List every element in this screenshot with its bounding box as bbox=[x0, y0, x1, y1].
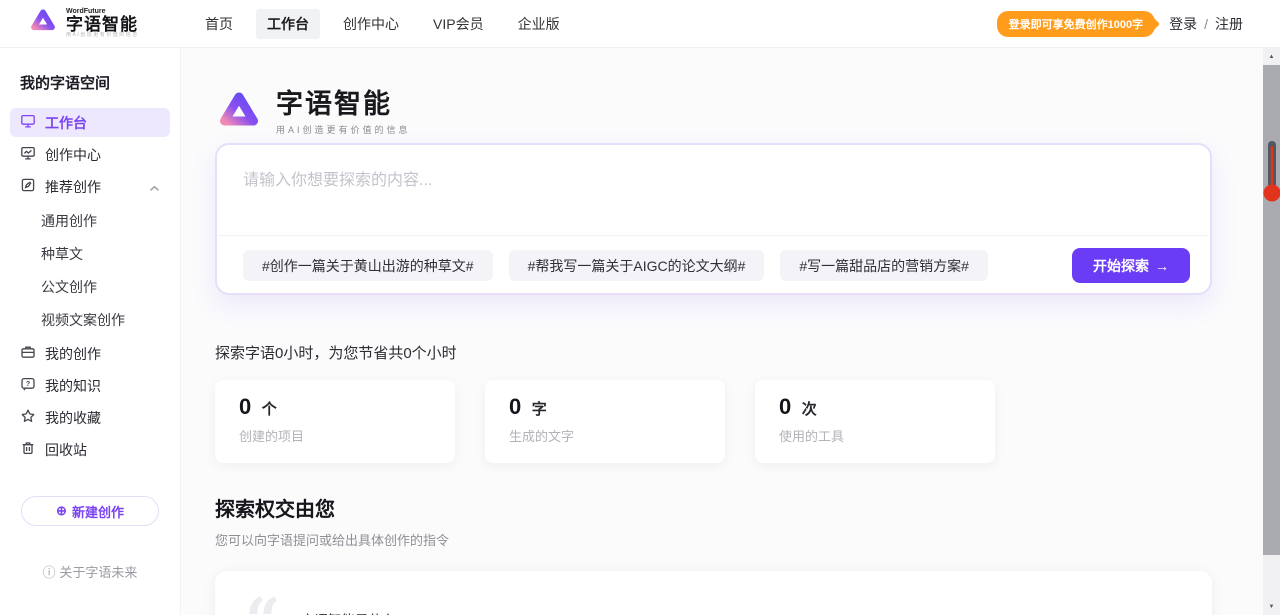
hero-brand: 字语智能 用AI创造更有价值的信息 bbox=[215, 84, 1212, 142]
sidebar-item-my-knowledge[interactable]: ? 我的知识 bbox=[10, 371, 170, 400]
brand-text: WordFuture 字语智能 用AI创造更有价值的信息 bbox=[66, 8, 139, 38]
stat-label: 创建的项目 bbox=[239, 426, 431, 445]
suggestion-chip[interactable]: #写一篇甜品店的营销方案# bbox=[780, 250, 988, 281]
sidebar-item-label: 推荐创作 bbox=[45, 177, 101, 197]
up-arrow-icon: ▲ bbox=[1269, 54, 1275, 60]
about-label: 关于字语未来 bbox=[59, 565, 137, 580]
section-title: 探索权交由您 bbox=[215, 493, 1212, 522]
login-promo-badge[interactable]: 登录即可享免费创作1000字 bbox=[997, 11, 1155, 37]
sidebar-item-label: 我的创作 bbox=[45, 344, 101, 364]
sub-item-label: 通用创作 bbox=[41, 211, 97, 231]
monitor-chart-icon bbox=[20, 145, 36, 164]
nav-home[interactable]: 首页 bbox=[194, 9, 244, 39]
scrollbar-thumb[interactable] bbox=[1263, 65, 1280, 555]
hero-brand-name: 字语智能 bbox=[276, 90, 411, 120]
vertical-scrollbar: ▲ ▼ bbox=[1263, 48, 1280, 615]
stat-unit: 字 bbox=[532, 401, 547, 418]
monitor-icon bbox=[20, 113, 36, 132]
info-icon: ⓘ bbox=[43, 565, 56, 580]
sidebar-item-recycle-bin[interactable]: 回收站 bbox=[10, 435, 170, 464]
stat-value: 0 bbox=[779, 394, 791, 419]
chat-question-icon: ? bbox=[20, 376, 36, 395]
sidebar-title: 我的字语空间 bbox=[0, 48, 180, 105]
stat-card-projects: 0 个 创建的项目 bbox=[215, 380, 455, 463]
main-nav: 首页 工作台 创作中心 VIP会员 企业版 bbox=[194, 9, 571, 39]
suggestion-chip[interactable]: #帮我写一篇关于AIGC的论文大纲# bbox=[509, 250, 765, 281]
nav-workbench[interactable]: 工作台 bbox=[256, 9, 320, 39]
search-input[interactable] bbox=[217, 145, 1210, 235]
sub-item-label: 视频文案创作 bbox=[41, 310, 125, 330]
auth-links: 登录 / 注册 bbox=[1169, 14, 1243, 34]
suggestion-chip[interactable]: #创作一篇关于黄山出游的种草文# bbox=[243, 250, 493, 281]
login-link[interactable]: 登录 bbox=[1169, 14, 1197, 34]
page: WordFuture 字语智能 用AI创造更有价值的信息 首页 工作台 创作中心… bbox=[0, 0, 1280, 615]
stat-unit: 次 bbox=[802, 401, 817, 418]
star-icon bbox=[20, 408, 36, 427]
edit-square-icon bbox=[20, 177, 36, 196]
sidebar-subitem-official-doc[interactable]: 公文创作 bbox=[0, 270, 180, 303]
auth-separator: / bbox=[1204, 16, 1208, 32]
brand-logo[interactable]: WordFuture 字语智能 用AI创造更有价值的信息 bbox=[0, 6, 178, 41]
chevron-up-icon[interactable] bbox=[149, 179, 160, 195]
sub-item-label: 公文创作 bbox=[41, 277, 97, 297]
scroll-down-button[interactable]: ▼ bbox=[1263, 599, 1280, 614]
example-question: 字语智能是什么? bbox=[301, 609, 403, 615]
stat-cards-row: 0 个 创建的项目 0 字 生成的文字 0 次 bbox=[215, 380, 1212, 463]
stats-summary: 探索字语0小时，为您节省共0个小时 bbox=[215, 342, 1212, 363]
stat-card-words: 0 字 生成的文字 bbox=[485, 380, 725, 463]
main-area: 字语智能 用AI创造更有价值的信息 #创作一篇关于黄山出游的种草文# #帮我写一… bbox=[181, 48, 1280, 615]
plus-circle-icon: ⊕ bbox=[56, 503, 67, 519]
sidebar-item-creation-center[interactable]: 创作中心 bbox=[10, 140, 170, 169]
start-explore-button[interactable]: 开始探索 → bbox=[1072, 248, 1190, 283]
sidebar: 我的字语空间 工作台 创作中心 推荐创作 bbox=[0, 48, 181, 615]
stat-value: 0 bbox=[239, 394, 251, 419]
stat-unit: 个 bbox=[262, 401, 277, 418]
hero-tagline: 用AI创造更有价值的信息 bbox=[276, 123, 411, 136]
sidebar-item-label: 回收站 bbox=[45, 440, 87, 460]
example-prompts-card: “ 字语智能是什么? 嘿，帮我创作一篇北京出游攻略 bbox=[215, 571, 1212, 615]
stat-label: 使用的工具 bbox=[779, 426, 971, 445]
suggestion-chips-row: #创作一篇关于黄山出游的种草文# #帮我写一篇关于AIGC的论文大纲# #写一篇… bbox=[217, 236, 1210, 283]
brand-triangle-icon bbox=[28, 6, 58, 41]
section-subtitle: 您可以向字语提问或给出具体创作的指令 bbox=[215, 530, 1212, 549]
sub-item-label: 种草文 bbox=[41, 244, 83, 264]
sidebar-item-recommended-creation[interactable]: 推荐创作 bbox=[10, 172, 170, 201]
scroll-up-button[interactable]: ▲ bbox=[1263, 49, 1280, 64]
sidebar-item-my-favorites[interactable]: 我的收藏 bbox=[10, 403, 170, 432]
new-creation-button[interactable]: ⊕ 新建创作 bbox=[21, 496, 159, 526]
stat-value: 0 bbox=[509, 394, 521, 419]
top-header: WordFuture 字语智能 用AI创造更有价值的信息 首页 工作台 创作中心… bbox=[0, 0, 1280, 48]
briefcase-icon bbox=[20, 344, 36, 363]
start-explore-label: 开始探索 bbox=[1093, 256, 1149, 276]
svg-text:?: ? bbox=[26, 381, 30, 388]
stat-label: 生成的文字 bbox=[509, 426, 701, 445]
header-right: 登录即可享免费创作1000字 登录 / 注册 bbox=[997, 11, 1280, 37]
sidebar-item-label: 创作中心 bbox=[45, 145, 101, 165]
stat-card-tools: 0 次 使用的工具 bbox=[755, 380, 995, 463]
sidebar-item-workbench[interactable]: 工作台 bbox=[10, 108, 170, 137]
sidebar-subitem-general-creation[interactable]: 通用创作 bbox=[0, 204, 180, 237]
sidebar-item-my-creations[interactable]: 我的创作 bbox=[10, 339, 170, 368]
down-arrow-icon: ▼ bbox=[1269, 604, 1275, 610]
new-creation-label: 新建创作 bbox=[72, 502, 124, 521]
brand-tagline: 用AI创造更有价值的信息 bbox=[66, 33, 139, 38]
thermometer-icon bbox=[1263, 141, 1280, 208]
brand-name: 字语智能 bbox=[66, 16, 139, 34]
arrow-right-icon: → bbox=[1155, 258, 1169, 274]
nav-vip[interactable]: VIP会员 bbox=[422, 9, 495, 39]
search-card: #创作一篇关于黄山出游的种草文# #帮我写一篇关于AIGC的论文大纲# #写一篇… bbox=[215, 143, 1212, 295]
nav-creation-center[interactable]: 创作中心 bbox=[332, 9, 410, 39]
sidebar-subitem-seeding-article[interactable]: 种草文 bbox=[0, 237, 180, 270]
trash-icon bbox=[20, 440, 36, 459]
register-link[interactable]: 注册 bbox=[1215, 14, 1243, 34]
sidebar-subitem-video-script[interactable]: 视频文案创作 bbox=[0, 303, 180, 336]
nav-enterprise[interactable]: 企业版 bbox=[507, 9, 571, 39]
sidebar-item-label: 我的知识 bbox=[45, 376, 101, 396]
hero-triangle-icon bbox=[215, 87, 263, 140]
sidebar-item-label: 工作台 bbox=[45, 113, 87, 133]
about-link[interactable]: ⓘ 关于字语未来 bbox=[0, 562, 180, 581]
sidebar-item-label: 我的收藏 bbox=[45, 408, 101, 428]
